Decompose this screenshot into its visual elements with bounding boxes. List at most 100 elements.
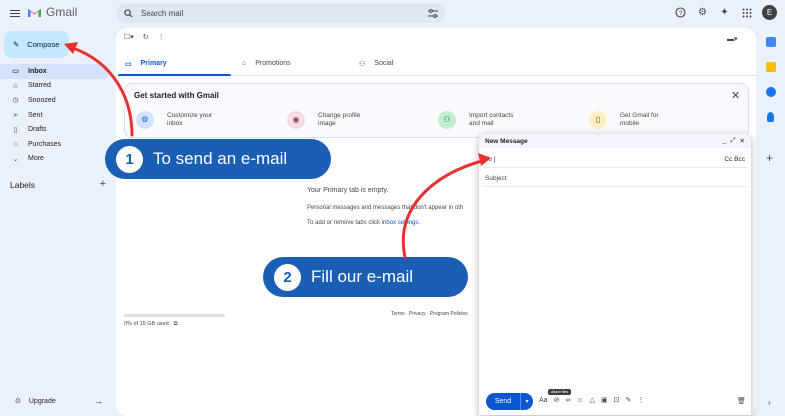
minimize-icon[interactable]: _: [723, 137, 727, 145]
inbox-settings-icon: ⚙: [136, 111, 154, 129]
cc-bcc-link[interactable]: Cc Bcc: [724, 156, 745, 163]
calendar-icon[interactable]: [766, 37, 776, 47]
tag-icon: ⌂: [242, 60, 247, 67]
callout-text: Fill our e-mail: [311, 267, 414, 286]
compose-button[interactable]: ✎ Compose: [4, 31, 69, 58]
more-options-icon[interactable]: ⋮: [637, 396, 644, 404]
close-icon[interactable]: ✕: [731, 89, 740, 102]
inbox-settings-link[interactable]: box settings.: [386, 220, 420, 226]
add-addon-icon[interactable]: +: [766, 151, 773, 165]
pencil-icon: ✎: [13, 40, 20, 49]
footer-links[interactable]: Terms · Privacy · Program Policies: [391, 311, 468, 317]
input-tools-icon[interactable]: ▬▾: [727, 35, 738, 43]
emoji-icon[interactable]: ☺: [576, 397, 583, 404]
attach-icon[interactable]: ⊘: [554, 396, 560, 404]
signature-icon[interactable]: ✎: [625, 396, 631, 404]
send-button[interactable]: Send ▾: [486, 393, 533, 410]
profile-icon: ◉: [287, 111, 305, 129]
sidebar-item-starred[interactable]: ☆ Starred: [0, 79, 110, 94]
draft-icon: ▯: [13, 126, 18, 134]
gemini-spark-icon[interactable]: ✦: [718, 6, 731, 19]
compose-title: New Message: [485, 137, 528, 145]
clock-icon: ◷: [12, 97, 19, 105]
account-avatar[interactable]: E: [762, 5, 777, 20]
step-profile-image[interactable]: ◉ Change profile image: [287, 111, 360, 129]
get-started-title: Get started with Gmail: [134, 91, 219, 100]
labels-heading: Labels: [10, 180, 36, 190]
compose-header: New Message _ ⤢ ✕: [479, 134, 751, 148]
search-icon[interactable]: [124, 8, 133, 18]
callout-number: 1: [116, 145, 143, 173]
callout-step-2: 2 Fill our e-mail: [263, 257, 468, 297]
add-label-icon[interactable]: +: [100, 179, 106, 190]
callout-number: 2: [274, 263, 301, 291]
compose-format-bar: Aa ⊘ ∞ ☺ △ ▣ ⊡ ✎ ⋮: [539, 396, 644, 405]
phone-icon: ▯: [589, 111, 607, 129]
sidebar-item-purchases[interactable]: ⌂ Purchases: [0, 137, 110, 152]
lock-icon[interactable]: ⊡: [614, 396, 620, 404]
tab-promotions[interactable]: ⌂ Promotions: [233, 52, 350, 75]
sidebar-item-snoozed[interactable]: ◷ Snoozed: [0, 93, 110, 108]
external-link-icon[interactable]: ⧉: [174, 321, 178, 328]
callout-step-1: 1 To send an e-mail: [105, 139, 331, 179]
people-icon: ⚇: [359, 60, 366, 68]
drive-icon[interactable]: △: [590, 396, 595, 404]
close-icon[interactable]: ✕: [740, 137, 745, 145]
search-input[interactable]: Search mail: [141, 9, 428, 18]
contacts-icon[interactable]: [767, 112, 774, 122]
inbox-icon: ▭: [12, 68, 19, 76]
step-customize-inbox[interactable]: ⚙ Customize your inbox: [136, 111, 212, 129]
help-icon[interactable]: ?: [674, 6, 687, 19]
photo-icon[interactable]: ▣: [601, 396, 608, 404]
gmail-logo[interactable]: Gmail: [27, 5, 77, 19]
inbox-icon: ▭: [125, 60, 132, 68]
sidebar-item-inbox[interactable]: ▭ Inbox: [0, 64, 110, 79]
tab-primary[interactable]: ▭ Primary: [116, 52, 233, 76]
tab-social[interactable]: ⚇ Social: [350, 52, 467, 75]
settings-gear-icon[interactable]: ⚙: [696, 6, 709, 19]
keep-icon[interactable]: [766, 62, 776, 72]
chevron-down-icon: ⌄: [12, 155, 19, 163]
send-icon: ➢: [12, 112, 19, 120]
link-icon[interactable]: ∞: [565, 397, 570, 404]
subject-field[interactable]: Subject: [483, 170, 747, 187]
refresh-icon[interactable]: ↻: [143, 33, 149, 41]
arrow-right-icon: →: [94, 396, 103, 406]
search-bar[interactable]: Search mail: [116, 3, 446, 23]
upgrade-icon: ⊙: [15, 398, 21, 405]
discard-draft-icon[interactable]: 🗑: [737, 397, 746, 405]
search-options-icon[interactable]: [428, 8, 438, 18]
storage-usage: 0% of 15 GB used ⧉: [124, 321, 178, 328]
sidebar-item-sent[interactable]: ➢ Sent: [0, 108, 110, 123]
svg-text:?: ?: [679, 10, 683, 17]
mail-toolbar: ☐▾ ↻ ⋮: [124, 33, 165, 41]
star-icon: ☆: [12, 82, 19, 90]
empty-title: Your Primary tab is empty.: [307, 187, 389, 194]
logo-text: Gmail: [46, 5, 78, 19]
attach-tooltip: Attach files: [548, 389, 572, 395]
step-import-contacts[interactable]: ⚇ Import contacts and mail: [438, 111, 513, 129]
select-checkbox-icon[interactable]: ☐▾: [124, 33, 134, 41]
tasks-icon[interactable]: [766, 87, 776, 97]
storage-bar: [124, 314, 225, 317]
gmail-m-icon: [28, 8, 41, 17]
apps-grid-icon[interactable]: [740, 6, 753, 19]
labels-section: Labels +: [10, 179, 106, 191]
sidebar-item-more[interactable]: ⌄ More: [0, 152, 110, 167]
category-tabs: ▭ Primary ⌂ Promotions ⚇ Social: [116, 52, 756, 76]
formatting-button[interactable]: Aa: [539, 397, 548, 404]
tag-icon: ⌂: [13, 140, 18, 148]
step-mobile[interactable]: ▯ Get Gmail for mobile: [589, 111, 659, 129]
fullscreen-icon[interactable]: ⤢: [730, 137, 735, 145]
more-options-icon[interactable]: ⋮: [158, 33, 165, 41]
empty-description: Personal messages and messages that don'…: [307, 205, 464, 211]
expand-panel-icon[interactable]: ›: [768, 398, 771, 407]
upgrade-button[interactable]: ⊙ Upgrade →: [15, 396, 103, 406]
compose-label: Compose: [27, 40, 60, 49]
sidebar-item-drafts[interactable]: ▯ Drafts: [0, 122, 110, 137]
empty-tabs-hint: To add or remove tabs click inbox settin…: [307, 220, 421, 226]
main-menu-icon[interactable]: [10, 8, 20, 18]
sidebar-nav: ▭ Inbox ☆ Starred ◷ Snoozed ➢ Sent ▯ Drafts ⌂…: [0, 64, 110, 166]
callout-text: To send an e-mail: [153, 149, 288, 168]
to-field[interactable]: To | Cc Bcc: [483, 151, 747, 168]
